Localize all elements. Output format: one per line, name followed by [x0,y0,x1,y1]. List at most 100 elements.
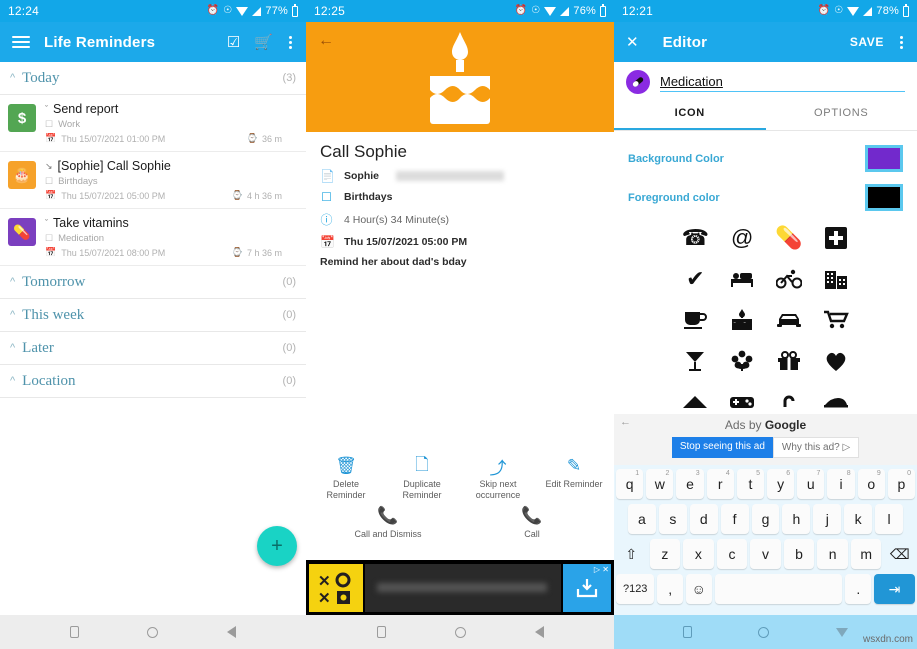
call-and-dismiss-button[interactable]: 📞 Call and Dismiss [350,505,426,540]
duplicate-reminder-button[interactable]: 🗋 Duplicate Reminder [384,455,460,501]
stop-seeing-ad-button[interactable]: Stop seeing this ad [671,437,773,458]
edit-reminder-button[interactable]: ✎ Edit Reminder [536,455,612,501]
bicycle-icon[interactable] [774,264,804,294]
foreground-color-swatch[interactable] [865,184,903,211]
medical-cross-icon[interactable] [821,223,851,253]
key-m[interactable]: m [850,539,882,569]
overflow-menu-icon[interactable] [898,35,905,49]
symbols-key[interactable]: ?123 [616,574,655,604]
background-color-row[interactable]: Background Color [614,139,917,178]
bed-icon[interactable] [727,264,757,294]
cocktail-icon[interactable] [680,346,710,376]
delete-reminder-button[interactable]: 🗑 Delete Reminder [308,455,384,501]
check-icon[interactable]: ✔ [680,264,710,294]
save-button[interactable]: SAVE [850,35,884,49]
key-d[interactable]: d [689,504,718,534]
home-circle-icon[interactable] [454,626,466,638]
key-p[interactable]: 0p [887,469,916,499]
foreground-color-row[interactable]: Foreground color [614,178,917,217]
key-t[interactable]: 5t [736,469,764,499]
backspace-key[interactable]: ⌫ [884,539,915,569]
building-icon[interactable] [821,264,851,294]
key-h[interactable]: h [782,504,811,534]
boat-icon[interactable] [821,387,851,417]
ad-install-button[interactable]: ▷ ✕ [563,563,611,612]
list-item[interactable]: 🎂 ↘ [Sophie] Call Sophie ☐ Birthdays 📅 Thu … [0,152,306,209]
shopping-cart-icon[interactable] [821,305,851,335]
checklist-icon[interactable]: ☑ [227,35,240,50]
back-triangle-icon[interactable] [226,626,236,638]
key-z[interactable]: z [649,539,681,569]
car-icon[interactable] [774,305,804,335]
skip-next-occurrence-button[interactable]: ⤴ Skip next occurrence [460,455,536,501]
key-q[interactable]: 1q [615,469,644,499]
shopping-cart-icon[interactable]: 🛒 [254,35,273,50]
recents-square-icon[interactable] [70,626,80,638]
group-header-today[interactable]: ^ Today (3) [0,62,306,95]
key-l[interactable]: l [875,504,904,534]
group-header-tomorrow[interactable]: ^ Tomorrow (0) [0,266,306,299]
key-c[interactable]: c [716,539,748,569]
add-reminder-fab[interactable]: + [257,526,297,566]
key-w[interactable]: 2w [646,469,674,499]
emoji-key[interactable]: ☺ [685,574,712,604]
why-this-ad-button[interactable]: Why this ad? ▷ [772,437,860,458]
flower-icon[interactable] [727,346,757,376]
key-o[interactable]: 9o [857,469,885,499]
comma-key[interactable]: , [657,574,683,604]
phone-icon[interactable]: ☎ [680,223,710,253]
background-color-swatch[interactable] [865,145,903,172]
key-k[interactable]: k [844,504,873,534]
cake-icon[interactable] [727,305,757,335]
coffee-cup-icon[interactable] [680,305,710,335]
recents-square-icon[interactable] [683,626,693,638]
overflow-menu-icon[interactable] [287,35,294,49]
lock-icon[interactable] [774,387,804,417]
group-header-location[interactable]: ^ Location (0) [0,365,306,398]
key-i[interactable]: 8i [827,469,855,499]
key-j[interactable]: j [813,504,842,534]
category-name-input[interactable] [660,72,905,92]
list-item[interactable]: 💊 ˇ Take vitamins ☐ Medication 📅 Thu 15/07/… [0,209,306,266]
heart-icon[interactable] [821,346,851,376]
close-icon[interactable]: ✕ [626,35,639,50]
key-v[interactable]: v [750,539,781,569]
pill-icon[interactable]: 💊 [774,223,804,253]
back-arrow-icon[interactable]: ← [318,32,334,50]
call-button[interactable]: 📞 Call [494,505,570,540]
key-f[interactable]: f [720,504,749,534]
tab-icon[interactable]: ICON [614,98,766,130]
back-triangle-icon[interactable] [835,627,848,637]
avatar[interactable] [626,70,650,94]
back-arrow-icon[interactable]: ← [620,416,631,428]
ad-choices-icon[interactable]: ▷ ✕ [594,565,609,574]
home-circle-icon[interactable] [758,626,770,638]
period-key[interactable]: . [845,574,872,604]
list-item[interactable]: $ ˇ Send report ☐ Work 📅 Thu 15/07/2021 01:… [0,95,306,152]
key-y[interactable]: 6y [767,469,795,499]
hamburger-icon[interactable] [12,36,30,48]
enter-key[interactable]: ⇥ [874,574,915,604]
key-g[interactable]: g [751,504,780,534]
back-triangle-icon[interactable] [534,626,544,638]
key-s[interactable]: s [658,504,687,534]
key-a[interactable]: a [628,504,656,534]
ad-banner[interactable]: ✕ ✕ ▷ ✕ [306,560,614,615]
shift-key[interactable]: ⇧ [616,539,647,569]
at-sign-icon[interactable]: @ [727,223,757,253]
key-r[interactable]: 4r [706,469,734,499]
space-key[interactable] [714,574,843,604]
key-u[interactable]: 7u [797,469,825,499]
key-e[interactable]: 3e [676,469,704,499]
home-circle-icon[interactable] [147,626,159,638]
recents-square-icon[interactable] [376,626,386,638]
group-header-this-week[interactable]: ^ This week (0) [0,299,306,332]
group-header-later[interactable]: ^ Later (0) [0,332,306,365]
gift-icon[interactable] [774,346,804,376]
mountain-icon[interactable] [680,387,710,417]
key-n[interactable]: n [817,539,848,569]
key-b[interactable]: b [783,539,815,569]
tab-options[interactable]: OPTIONS [766,98,917,130]
key-x[interactable]: x [683,539,714,569]
gamepad-icon[interactable] [727,387,757,417]
